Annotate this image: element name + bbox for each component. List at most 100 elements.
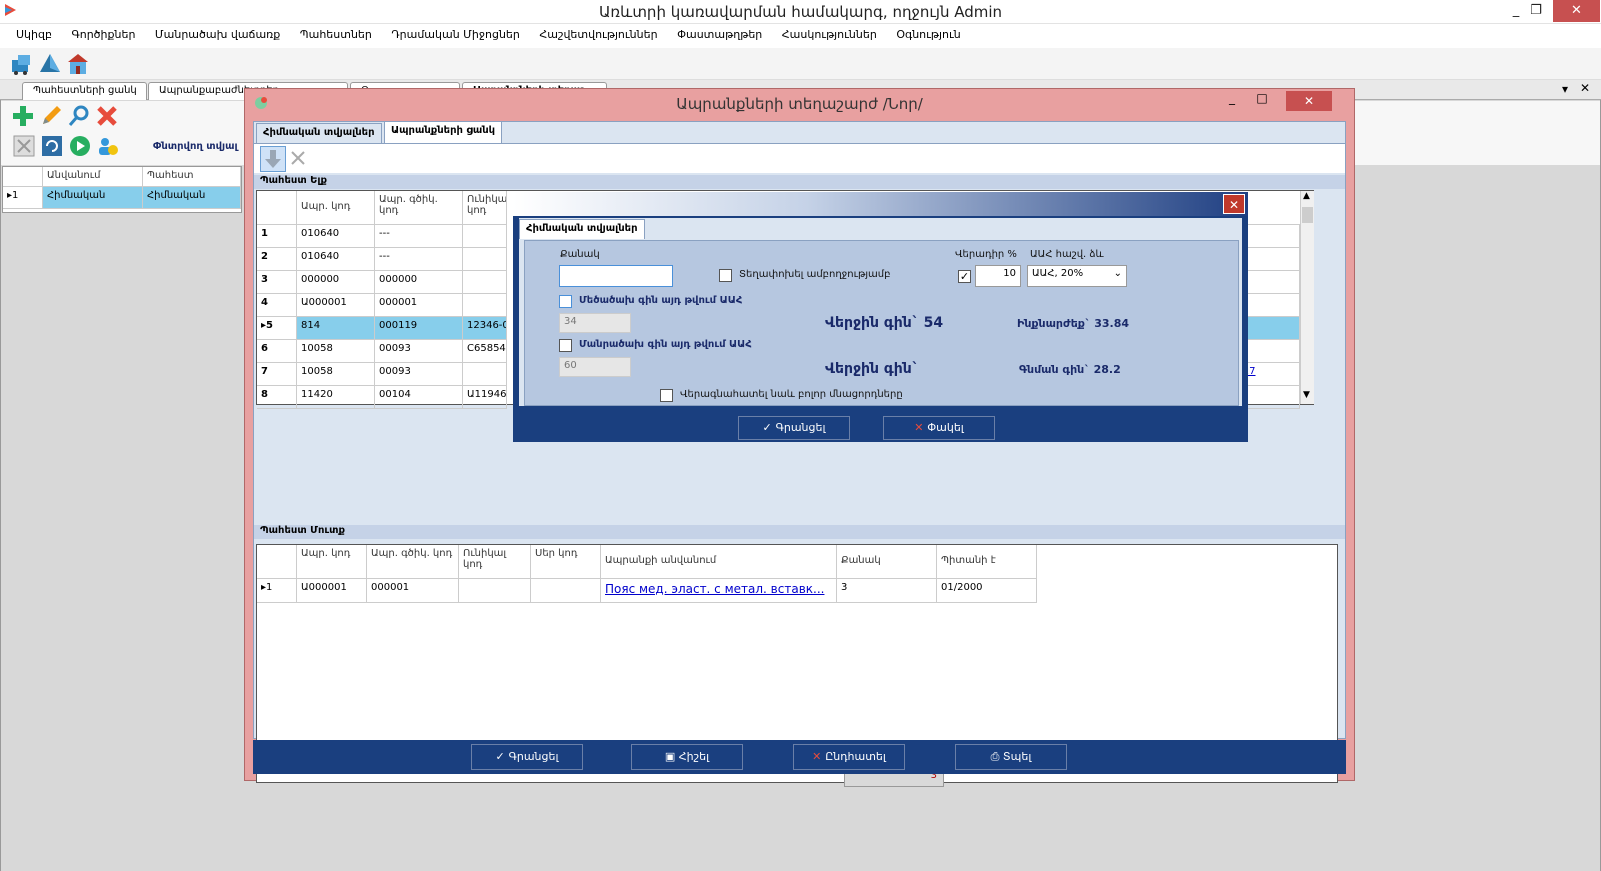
- out-row-barcode[interactable]: 00093: [375, 363, 463, 386]
- popup-ok-button[interactable]: ✓ Գրանցել: [738, 416, 850, 440]
- remove-icon[interactable]: [290, 150, 306, 169]
- tab-warehouse-list[interactable]: Պահեստների ցանկ: [22, 82, 147, 100]
- save-button[interactable]: ▣ Հիշել: [631, 744, 743, 770]
- wholesale-price-input[interactable]: 60: [559, 357, 631, 377]
- in-row-ser[interactable]: [531, 579, 601, 603]
- out-row-indicator[interactable]: 6: [257, 340, 297, 363]
- popup-close-button[interactable]: ✕: [1223, 194, 1245, 214]
- cancel-button[interactable]: ✕ Ընդհատել: [793, 744, 905, 770]
- dialog-minimize-button[interactable]: _: [1220, 91, 1244, 105]
- popup-close-footer-button[interactable]: ✕ Փակել: [883, 416, 995, 440]
- menu-retail[interactable]: Մանրածախ վաճառք: [147, 24, 288, 46]
- warehouse-icon[interactable]: [10, 52, 34, 79]
- search-icon[interactable]: [67, 104, 91, 131]
- out-row-unique[interactable]: [463, 225, 507, 248]
- out-header-unique[interactable]: Ունիկալ կոդ: [463, 191, 507, 225]
- out-row-indicator[interactable]: 8: [257, 386, 297, 409]
- menu-help[interactable]: Օգնություն: [888, 24, 968, 46]
- out-row-indicator[interactable]: 4: [257, 294, 297, 317]
- restore-button[interactable]: ❐: [1516, 0, 1556, 22]
- menu-start[interactable]: Սկիզբ: [8, 24, 60, 46]
- out-row-indicator[interactable]: 2: [257, 248, 297, 271]
- row-name[interactable]: Հիմնական: [43, 187, 143, 209]
- grid-header-name[interactable]: Անվանում: [43, 167, 143, 187]
- in-row-name[interactable]: Пояс мед. эласт. с метал. вставк...: [601, 579, 837, 603]
- vat-select[interactable]: ԱԱՀ, 20% ⌄: [1027, 265, 1127, 287]
- out-row-code[interactable]: Ա000001: [297, 294, 375, 317]
- add-icon[interactable]: [11, 104, 35, 131]
- out-row-unique[interactable]: [463, 271, 507, 294]
- in-row-barcode[interactable]: 000001: [367, 579, 459, 603]
- out-row-unique[interactable]: [463, 294, 507, 317]
- out-row-code[interactable]: 010640: [297, 225, 375, 248]
- out-row-code[interactable]: 10058: [297, 340, 375, 363]
- out-grid-scrollbar[interactable]: ▲ ▼: [1300, 191, 1314, 404]
- out-row-unique[interactable]: [463, 363, 507, 386]
- tabstrip-close-icon[interactable]: ✕: [1580, 81, 1590, 95]
- menu-reports[interactable]: Հաշվետվություններ: [531, 24, 665, 46]
- menu-tools[interactable]: Գործիքներ: [63, 24, 143, 46]
- tabstrip-dropdown-icon[interactable]: ▾: [1562, 82, 1568, 96]
- retail-vat-checkbox[interactable]: [559, 295, 572, 308]
- row-indicator[interactable]: ▸1: [3, 187, 43, 209]
- out-header-code[interactable]: Ապր. կոդ: [297, 191, 375, 225]
- dialog-close-button[interactable]: ✕: [1286, 91, 1332, 111]
- tab-general-data[interactable]: Հիմնական տվյալներ: [256, 123, 382, 143]
- house-icon[interactable]: [66, 52, 90, 79]
- in-header-barcode[interactable]: Ապր. գծիկ. կոդ: [367, 545, 459, 579]
- out-row-barcode[interactable]: ---: [375, 248, 463, 271]
- in-header-valid[interactable]: Պիտանի է: [937, 545, 1037, 579]
- markup-checkbox[interactable]: ✓: [958, 270, 971, 283]
- retail-price-input[interactable]: 34: [559, 313, 631, 333]
- out-row-unique[interactable]: [463, 248, 507, 271]
- in-header-code[interactable]: Ապր. կոդ: [297, 545, 367, 579]
- delete-icon[interactable]: [95, 104, 119, 131]
- out-row-barcode[interactable]: 00104: [375, 386, 463, 409]
- grid-header-warehouse[interactable]: Պահեստ: [143, 167, 241, 187]
- out-row-code[interactable]: 814: [297, 317, 375, 340]
- out-header-barcode[interactable]: Ապր. գծիկ. կոդ: [375, 191, 463, 225]
- in-row-indicator[interactable]: ▸1: [257, 579, 297, 603]
- play-icon[interactable]: [69, 135, 91, 160]
- out-row-unique[interactable]: 12346-0: [463, 317, 507, 340]
- down-arrow-icon[interactable]: [260, 146, 286, 172]
- out-row-indicator[interactable]: ▸5: [257, 317, 297, 340]
- users-icon[interactable]: [97, 135, 119, 160]
- scroll-thumb[interactable]: [1302, 207, 1313, 223]
- in-row-unique[interactable]: [459, 579, 531, 603]
- in-header-ser[interactable]: Սեր կոդ: [531, 545, 601, 579]
- out-row-barcode[interactable]: ---: [375, 225, 463, 248]
- out-row-barcode[interactable]: 000000: [375, 271, 463, 294]
- edit-icon[interactable]: [39, 104, 63, 131]
- register-button[interactable]: ✓ Գրանցել: [471, 744, 583, 770]
- out-row-code[interactable]: 10058: [297, 363, 375, 386]
- close-button[interactable]: ✕: [1553, 0, 1600, 22]
- tab-product-list[interactable]: Ապրանքների ցանկ: [384, 121, 503, 143]
- pyramid-icon[interactable]: [38, 52, 62, 79]
- in-header-unique[interactable]: Ունիկալ կոդ: [459, 545, 531, 579]
- out-row-unique[interactable]: Ա11946: [463, 386, 507, 409]
- refresh-icon[interactable]: [41, 135, 63, 160]
- out-row-code[interactable]: 010640: [297, 248, 375, 271]
- in-header-qty[interactable]: Քանակ: [837, 545, 937, 579]
- out-row-code[interactable]: 11420: [297, 386, 375, 409]
- in-row-code[interactable]: Ա000001: [297, 579, 367, 603]
- scroll-down-icon[interactable]: ▼: [1303, 390, 1310, 400]
- dialog-maximize-button[interactable]: □: [1250, 91, 1274, 105]
- menu-cash[interactable]: Դրամական Միջոցներ: [383, 24, 528, 46]
- menu-warehouses[interactable]: Պահեստներ: [292, 24, 380, 46]
- out-row-indicator[interactable]: 7: [257, 363, 297, 386]
- menu-properties[interactable]: Հասկություններ: [774, 24, 885, 46]
- out-row-barcode[interactable]: 00093: [375, 340, 463, 363]
- menu-documents[interactable]: Փաստաթղթեր: [669, 24, 770, 46]
- in-header-name[interactable]: Ապրանքի անվանում: [601, 545, 837, 579]
- in-row-valid[interactable]: 01/2000: [937, 579, 1037, 603]
- out-row-unique[interactable]: C65854: [463, 340, 507, 363]
- out-row-indicator[interactable]: 3: [257, 271, 297, 294]
- recalc-checkbox[interactable]: [660, 389, 673, 402]
- qty-input[interactable]: [559, 265, 673, 287]
- popup-tab-general[interactable]: Հիմնական տվյալներ: [519, 219, 645, 239]
- wholesale-vat-checkbox[interactable]: [559, 339, 572, 352]
- scroll-up-icon[interactable]: ▲: [1303, 191, 1310, 201]
- out-row-barcode[interactable]: 000119: [375, 317, 463, 340]
